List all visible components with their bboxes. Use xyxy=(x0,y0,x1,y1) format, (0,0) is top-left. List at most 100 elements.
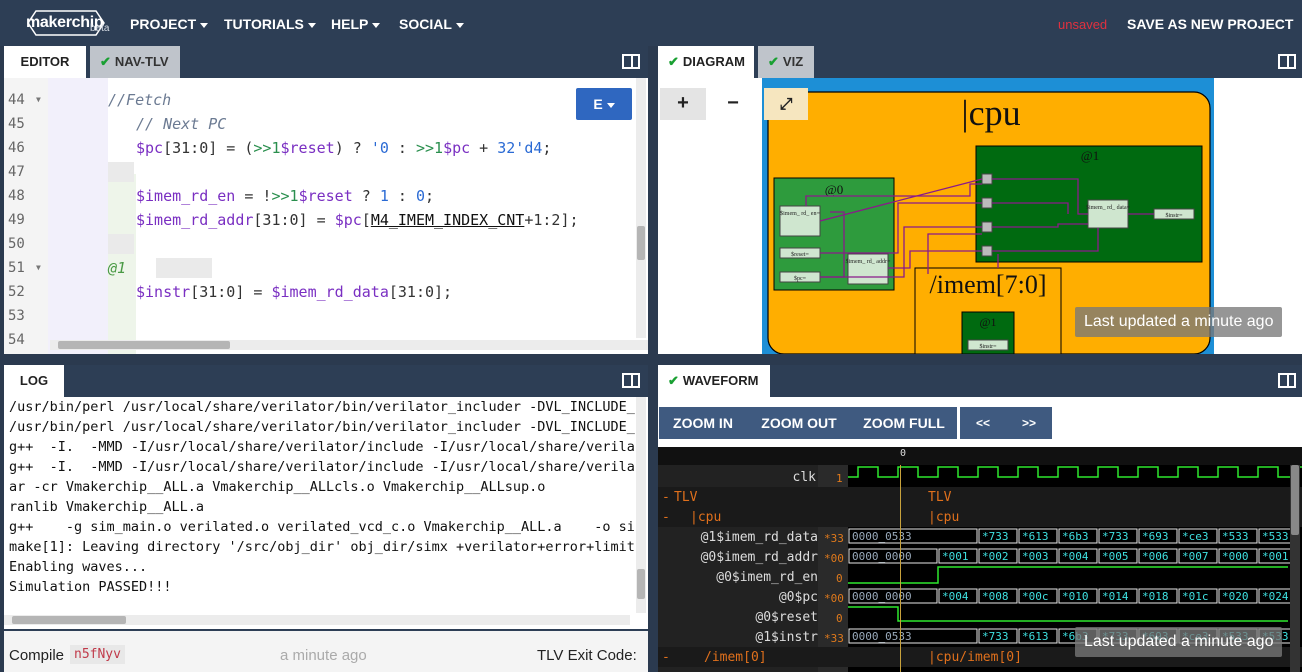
code-token: >>1 xyxy=(415,139,444,157)
signal-name[interactable]: @0$imem_rd_addr xyxy=(658,550,818,565)
fold-arrow-icon[interactable]: ▼ xyxy=(36,88,41,112)
log-pane: LOG /usr/bin/perl /usr/local/share/veril… xyxy=(4,365,648,672)
tab-log[interactable]: LOG xyxy=(4,365,64,397)
code-line: 46 $pc[31:0] = (>>1$reset) ? '0 : >>1$pc … xyxy=(4,136,648,160)
port xyxy=(981,245,993,257)
code-token: $pc xyxy=(443,139,471,157)
bus-value: *ce3 xyxy=(1182,530,1209,543)
bus-value: *693 xyxy=(1142,530,1169,543)
bus-value: *001 xyxy=(942,550,969,563)
menu-tutorials[interactable]: TUTORIALS xyxy=(224,16,316,32)
bus-value: *003 xyxy=(1022,550,1049,563)
editor-vertical-scrollbar[interactable] xyxy=(636,78,646,338)
diagram-pane: ✔ DIAGRAM ✔ VIZ |cpu @1 @0 /imem[7:0] @1 $… xyxy=(658,46,1302,354)
code-token: $imem_rd_data xyxy=(271,283,389,301)
diagram-zoom-out-button[interactable]: − xyxy=(710,88,756,120)
imem-rd-en-label: $imem_ rd_ en= xyxy=(780,210,820,217)
menu-social[interactable]: SOCIAL xyxy=(399,16,464,32)
signal-value: *33 xyxy=(824,632,844,645)
menu-project[interactable]: PROJECT xyxy=(130,16,209,32)
maximize-pane-icon[interactable] xyxy=(1278,373,1296,388)
signal-name[interactable]: clk xyxy=(658,470,816,485)
maximize-pane-icon[interactable] xyxy=(622,54,640,69)
code-text: $imem_rd_en = !>>1$reset ? 1 : 0; xyxy=(136,184,434,208)
zoom-in-button[interactable]: ZOOM IN xyxy=(659,407,747,439)
code-token: >>1 xyxy=(271,187,299,205)
waveform-pane: ✔ WAVEFORM ZOOM IN ZOOM OUT ZOOM FULL << … xyxy=(658,365,1302,672)
scope-toggle[interactable]: - xyxy=(662,510,678,525)
code-token: : xyxy=(388,187,416,205)
diagram-canvas[interactable]: |cpu @1 @0 /imem[7:0] @1 $instr= $imem_ … xyxy=(658,78,1302,354)
stage1-label: @1 xyxy=(1081,148,1099,163)
log-line: g++ -g sim_main.o verilated.o verilated_… xyxy=(9,519,635,535)
code-text: $imem_rd_addr[31:0] = $pc[M4_IMEM_INDEX_… xyxy=(136,208,579,232)
tab-viz-label: VIZ xyxy=(782,54,804,69)
bus-value: *733 xyxy=(1102,530,1129,543)
fit-screen-button[interactable]: ⤢ xyxy=(764,88,808,120)
compile-id[interactable]: n5fNyv xyxy=(70,645,125,664)
signal-name[interactable]: @0$reset xyxy=(658,610,818,625)
bus-value: *010 xyxy=(1062,590,1089,603)
signal-name[interactable]: @0$imem_rd_en xyxy=(658,570,818,585)
signal-name[interactable]: @1$imem_rd_data xyxy=(658,530,818,545)
editor-mode-label: E xyxy=(593,96,603,112)
zoom-out-button[interactable]: ZOOM OUT xyxy=(750,407,848,439)
bus-value: *024 xyxy=(1262,590,1289,603)
menu-help[interactable]: HELP xyxy=(331,16,381,32)
check-icon: ✔ xyxy=(668,373,679,388)
next-transition-button[interactable]: >> xyxy=(1006,407,1052,439)
code-token: [31:0]; xyxy=(388,283,453,301)
code-token: + xyxy=(470,139,498,157)
bus-value: *6b3 xyxy=(1062,530,1089,543)
signal-name[interactable]: @1$instr xyxy=(658,630,818,645)
scope-name[interactable]: |cpu xyxy=(690,510,721,525)
bus-value: *001 xyxy=(1262,550,1289,563)
check-icon: ✔ xyxy=(100,54,111,69)
maximize-pane-icon[interactable] xyxy=(622,373,640,388)
waveform-vertical-scrollbar[interactable] xyxy=(1290,465,1300,672)
bus-value: *533 xyxy=(1262,530,1289,543)
scroll-thumb[interactable] xyxy=(637,226,645,260)
tab-nav-tlv[interactable]: ✔ NAV-TLV xyxy=(90,46,180,78)
previous-transition-button[interactable]: << xyxy=(960,407,1006,439)
code-token: M4_IMEM_INDEX_CNT xyxy=(370,211,525,229)
code-editor[interactable]: 44 ▼//Fetch 45// Next PC 46 $pc[31:0] = (>… xyxy=(4,78,648,354)
zoom-full-button[interactable]: ZOOM FULL xyxy=(854,407,954,439)
scroll-thumb[interactable] xyxy=(1291,465,1299,535)
menu-help-label: HELP xyxy=(331,16,369,32)
scope-name[interactable]: /imem[0] xyxy=(704,650,767,665)
imem-rd-en-trace xyxy=(848,566,1288,584)
code-line: 49 $imem_rd_addr[31:0] = $pc[M4_IMEM_INDE… xyxy=(4,208,648,232)
fold-arrow-icon[interactable]: ▼ xyxy=(36,256,41,280)
tab-waveform[interactable]: ✔ WAVEFORM xyxy=(658,365,770,397)
bus-value: *014 xyxy=(1102,590,1129,603)
tab-viz[interactable]: ✔ VIZ xyxy=(758,46,814,78)
tab-editor[interactable]: EDITOR xyxy=(4,46,86,78)
signal-name[interactable]: @0$pc xyxy=(658,590,818,605)
editor-mode-dropdown[interactable]: E xyxy=(576,88,632,120)
editor-pane: EDITOR ✔ NAV-TLV 44 ▼//Fetch 45// Next PC … xyxy=(4,46,648,354)
imem-instr-node-label: $instr= xyxy=(979,343,997,350)
scope-name[interactable]: TLV xyxy=(674,490,697,505)
scope-toggle[interactable]: - xyxy=(662,650,678,665)
scroll-thumb[interactable] xyxy=(637,569,645,599)
log-horizontal-scrollbar[interactable] xyxy=(4,615,630,625)
log-tabstrip: LOG xyxy=(4,365,648,397)
code-text: $pc[31:0] = (>>1$reset) ? '0 : >>1$pc + … xyxy=(136,136,551,160)
vertical-splitter[interactable] xyxy=(648,46,658,672)
save-as-new-project-button[interactable]: SAVE AS NEW PROJECT xyxy=(1127,16,1293,32)
bus-value: *004 xyxy=(1062,550,1089,563)
code-token: $instr xyxy=(136,283,191,301)
code-token: [31:0] = ( xyxy=(163,139,254,157)
code-token: 32'd4 xyxy=(497,139,543,157)
code-token: 0 xyxy=(415,187,425,205)
log-vertical-scrollbar[interactable] xyxy=(636,397,646,613)
tlv-exit-code: TLV Exit Code: xyxy=(537,647,637,664)
tab-diagram[interactable]: ✔ DIAGRAM xyxy=(658,46,754,78)
editor-horizontal-scrollbar[interactable] xyxy=(50,340,648,350)
bus-value: 0000_0000 xyxy=(852,550,912,563)
maximize-pane-icon[interactable] xyxy=(1278,54,1296,69)
scroll-thumb[interactable] xyxy=(12,616,126,624)
scroll-thumb[interactable] xyxy=(58,341,230,349)
diagram-zoom-in-button[interactable]: + xyxy=(660,88,706,120)
